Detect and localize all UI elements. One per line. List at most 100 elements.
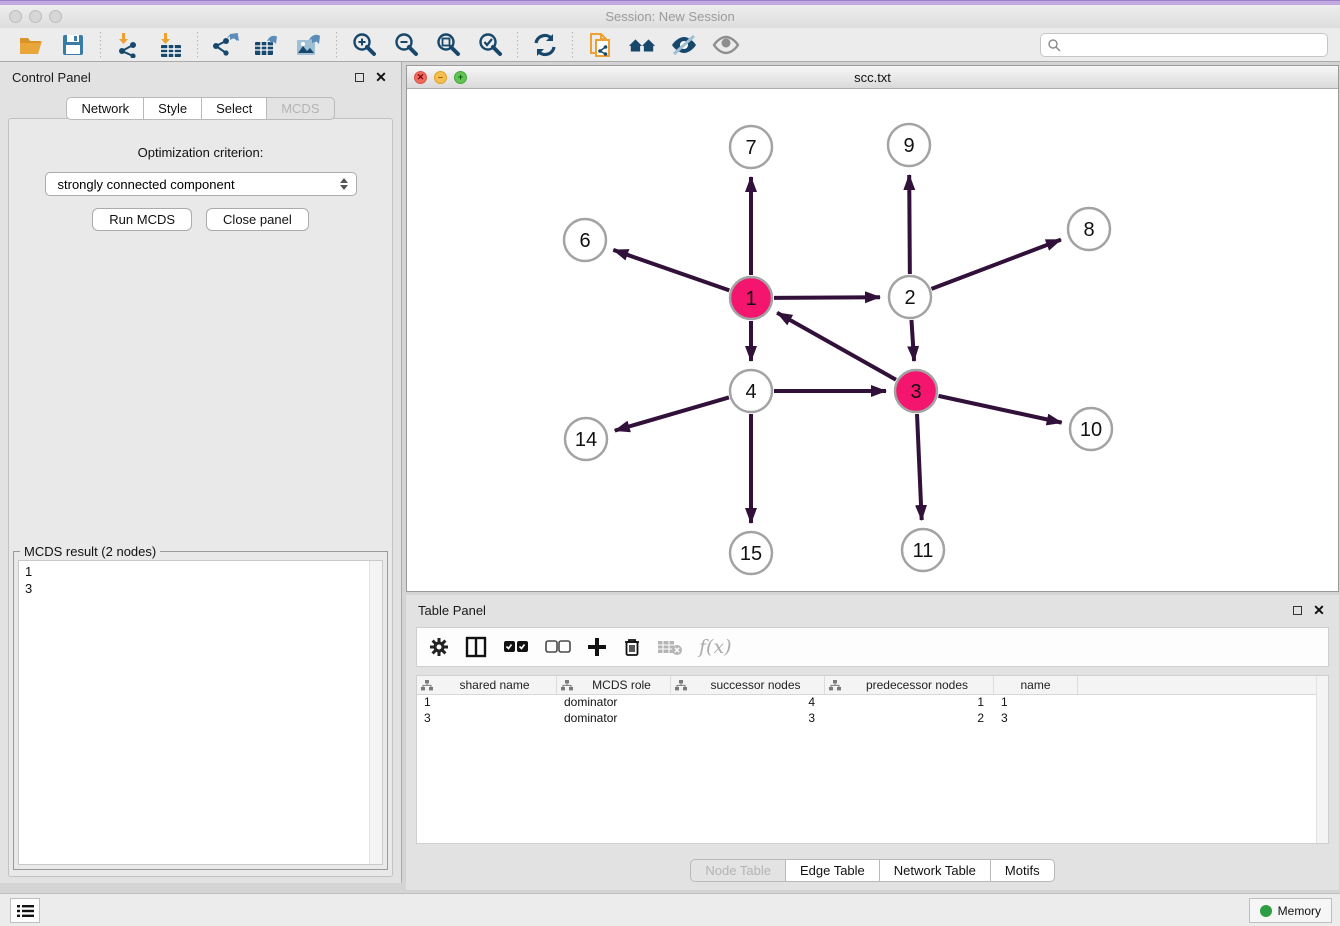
node-15[interactable]: 15 — [730, 532, 772, 574]
open-file-icon[interactable] — [17, 31, 45, 59]
edge-3-1[interactable] — [777, 313, 896, 380]
column-header-shared-name[interactable]: shared name — [417, 676, 557, 694]
import-table-icon[interactable] — [156, 31, 184, 59]
export-network-icon[interactable] — [211, 31, 239, 59]
node-1[interactable]: 1 — [730, 277, 772, 319]
column-header-name[interactable]: name — [994, 676, 1078, 694]
optimization-criterion-select[interactable]: strongly connected component — [45, 172, 357, 196]
node-label: 9 — [903, 135, 914, 157]
delete-column-icon[interactable] — [623, 637, 641, 657]
table-panel-title: Table Panel — [418, 603, 1283, 618]
zoom-fit-icon[interactable] — [434, 31, 462, 59]
column-header-predecessor-nodes[interactable]: predecessor nodes — [825, 676, 994, 694]
node-9[interactable]: 9 — [888, 124, 930, 166]
table-body[interactable]: 1dominator4113dominator323 — [417, 695, 1328, 727]
tab-style[interactable]: Style — [144, 97, 202, 120]
node-label: 11 — [913, 540, 934, 562]
zoom-selected-icon[interactable] — [476, 31, 504, 59]
result-scrollbar[interactable] — [369, 561, 382, 864]
export-table-icon[interactable] — [253, 31, 281, 59]
tab-select[interactable]: Select — [202, 97, 267, 120]
edge-1-2[interactable] — [774, 297, 880, 298]
zoom-in-icon[interactable] — [350, 31, 378, 59]
toolbar-separator — [572, 32, 573, 58]
show-all-icon[interactable] — [712, 31, 740, 59]
node-label: 7 — [745, 137, 756, 159]
node-3[interactable]: 3 — [895, 370, 937, 412]
fx-label: f(x) — [699, 636, 732, 658]
table-cell: 4 — [671, 695, 825, 711]
search-input[interactable] — [1061, 38, 1327, 52]
float-panel-icon[interactable] — [351, 69, 367, 85]
table-scrollbar[interactable] — [1316, 676, 1328, 843]
mcds-result-area[interactable]: 1 3 — [18, 560, 383, 865]
export-image-icon[interactable] — [295, 31, 323, 59]
toolbar-separator — [197, 32, 198, 58]
add-column-icon[interactable] — [587, 637, 607, 657]
zoom-out-icon[interactable] — [392, 31, 420, 59]
tab-edge-table[interactable]: Edge Table — [786, 859, 880, 882]
node-11[interactable]: 11 — [902, 529, 944, 571]
refresh-icon[interactable] — [531, 31, 559, 59]
table-settings-icon[interactable] — [429, 637, 449, 657]
edge-1-6[interactable] — [613, 250, 729, 291]
column-type-icon — [421, 680, 433, 691]
tab-motifs[interactable]: Motifs — [991, 859, 1055, 882]
node-6[interactable]: 6 — [564, 219, 606, 261]
tab-network-table[interactable]: Network Table — [880, 859, 991, 882]
float-table-panel-icon[interactable] — [1289, 602, 1305, 618]
column-header-successor-nodes[interactable]: successor nodes — [671, 676, 825, 694]
memory-status-icon — [1260, 905, 1272, 917]
network-graph[interactable]: 7 9 6 8 1 2 4 3 14 10 15 11 — [407, 89, 1338, 591]
edge-2-8[interactable] — [932, 240, 1061, 289]
save-session-icon[interactable] — [59, 31, 87, 59]
import-network-icon[interactable] — [114, 31, 142, 59]
close-panel-icon[interactable]: ✕ — [373, 69, 389, 85]
table-row[interactable]: 1dominator411 — [417, 695, 1328, 711]
hide-selected-icon[interactable] — [670, 31, 698, 59]
mcds-result-group: MCDS result (2 nodes) 1 3 — [13, 551, 388, 870]
minimize-view-button[interactable]: – — [434, 71, 447, 84]
edge-2-3[interactable] — [911, 320, 914, 361]
network-window-titlebar[interactable]: ✕ – + scc.txt — [407, 66, 1338, 89]
maximize-view-button[interactable]: + — [454, 71, 467, 84]
mcds-result-title: MCDS result (2 nodes) — [20, 544, 160, 559]
node-label: 1 — [745, 288, 756, 310]
mcds-panel: Optimization criterion: strongly connect… — [8, 118, 393, 877]
node-label: 14 — [575, 429, 597, 451]
task-history-button[interactable] — [10, 898, 40, 923]
function-builder-icon[interactable]: f(x) — [699, 636, 732, 658]
node-label: 8 — [1083, 219, 1094, 241]
tab-network[interactable]: Network — [66, 97, 144, 120]
network-canvas[interactable]: 7 9 6 8 1 2 4 3 14 10 15 11 — [407, 89, 1338, 591]
run-mcds-button[interactable]: Run MCDS — [92, 208, 192, 231]
close-table-panel-icon[interactable]: ✕ — [1311, 602, 1327, 618]
search-field[interactable] — [1040, 33, 1328, 57]
edge-3-10[interactable] — [938, 396, 1061, 423]
close-panel-button[interactable]: Close panel — [206, 208, 309, 231]
node-table[interactable]: shared name MCDS role successor nodes pr… — [416, 675, 1329, 844]
table-cell: 3 — [994, 711, 1078, 727]
close-view-button[interactable]: ✕ — [414, 71, 427, 84]
table-row[interactable]: 3dominator323 — [417, 711, 1328, 727]
node-7[interactable]: 7 — [730, 126, 772, 168]
deselect-all-icon[interactable] — [545, 640, 571, 654]
new-network-icon[interactable] — [586, 31, 614, 59]
column-header-mcds-role[interactable]: MCDS role — [557, 676, 671, 694]
mcds-result-text: 1 3 — [25, 563, 366, 862]
tab-mcds[interactable]: MCDS — [267, 97, 334, 120]
select-all-icon[interactable] — [503, 640, 529, 654]
node-8[interactable]: 8 — [1068, 208, 1110, 250]
tab-node-table[interactable]: Node Table — [690, 859, 786, 882]
edge-3-11[interactable] — [917, 414, 922, 520]
node-14[interactable]: 14 — [565, 418, 607, 460]
node-2[interactable]: 2 — [889, 276, 931, 318]
node-10[interactable]: 10 — [1070, 408, 1112, 450]
delete-table-icon[interactable] — [657, 638, 683, 656]
column-manager-icon[interactable] — [465, 636, 487, 658]
node-4[interactable]: 4 — [730, 370, 772, 412]
edge-2-9[interactable] — [909, 175, 910, 274]
first-neighbors-icon[interactable] — [628, 31, 656, 59]
edge-4-14[interactable] — [615, 397, 729, 430]
memory-button[interactable]: Memory — [1249, 898, 1332, 923]
